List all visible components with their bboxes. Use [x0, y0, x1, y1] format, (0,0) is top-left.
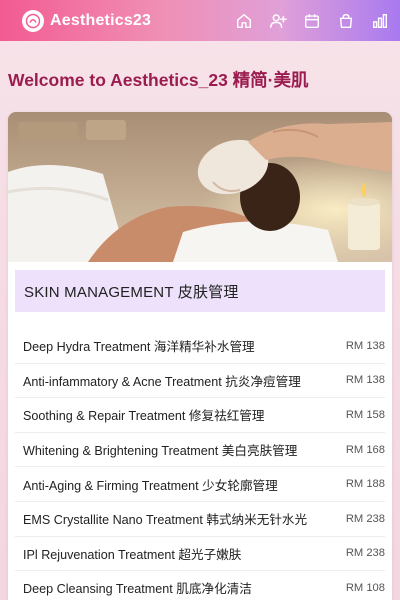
- brand-logo-icon: [22, 9, 44, 32]
- treatment-name: Deep Hydra Treatment 海洋精华补水管理: [23, 340, 255, 355]
- list-item[interactable]: Deep Cleansing Treatment 肌底净化清洁 RM 108: [15, 571, 385, 600]
- list-item[interactable]: Anti-infammatory & Acne Treatment 抗炎净痘管理…: [15, 364, 385, 399]
- list-item[interactable]: Deep Hydra Treatment 海洋精华补水管理 RM 138: [15, 329, 385, 364]
- treatment-list: Deep Hydra Treatment 海洋精华补水管理 RM 138 Ant…: [15, 329, 385, 600]
- list-item[interactable]: Anti-Aging & Firming Treatment 少女轮廓管理 RM…: [15, 467, 385, 502]
- treatment-name: IPl Rejuvenation Treatment 超光子嫩肤: [23, 547, 242, 562]
- treatment-price: RM 238: [345, 547, 385, 560]
- shopping-bag-icon[interactable]: [336, 11, 356, 31]
- treatment-name: Whitening & Brightening Treatment 美白亮肤管理: [23, 444, 298, 459]
- list-item[interactable]: IPl Rejuvenation Treatment 超光子嫩肤 RM 238: [15, 537, 385, 572]
- treatment-price: RM 138: [345, 339, 385, 352]
- nav-icons: [234, 11, 390, 31]
- treatment-name: Anti-infammatory & Acne Treatment 抗炎净痘管理: [23, 374, 301, 389]
- list-item[interactable]: Soothing & Repair Treatment 修复祛红管理 RM 15…: [15, 398, 385, 433]
- welcome-heading: Welcome to Aesthetics_23 精简·美肌: [8, 70, 309, 90]
- facial-treatment-photo: [8, 112, 392, 262]
- calendar-icon[interactable]: [302, 11, 322, 31]
- brand-name: Aesthetics23: [50, 11, 152, 29]
- section-title: SKIN MANAGEMENT 皮肤管理: [15, 270, 385, 312]
- treatment-name: Anti-Aging & Firming Treatment 少女轮廓管理: [23, 478, 278, 493]
- treatment-price: RM 168: [345, 443, 385, 456]
- treatment-name: Soothing & Repair Treatment 修复祛红管理: [23, 409, 265, 424]
- treatment-price: RM 238: [345, 512, 385, 525]
- list-item[interactable]: Whitening & Brightening Treatment 美白亮肤管理…: [15, 433, 385, 468]
- top-navbar: Aesthetics23: [0, 0, 400, 41]
- brand[interactable]: Aesthetics23: [22, 9, 152, 32]
- treatment-name: Deep Cleansing Treatment 肌底净化清洁: [23, 582, 252, 597]
- treatment-price: RM 188: [345, 478, 385, 491]
- list-item[interactable]: EMS Crystallite Nano Treatment 韩式纳米无针水光 …: [15, 502, 385, 537]
- treatment-name: EMS Crystallite Nano Treatment 韩式纳米无针水光: [23, 513, 308, 528]
- treatment-price: RM 108: [345, 581, 385, 594]
- add-user-icon[interactable]: [268, 11, 288, 31]
- treatment-price: RM 158: [345, 408, 385, 421]
- bar-chart-icon[interactable]: [370, 11, 390, 31]
- treatment-price: RM 138: [345, 374, 385, 387]
- skin-management-card: SKIN MANAGEMENT 皮肤管理 Deep Hydra Treatmen…: [8, 112, 392, 600]
- home-icon[interactable]: [234, 11, 254, 31]
